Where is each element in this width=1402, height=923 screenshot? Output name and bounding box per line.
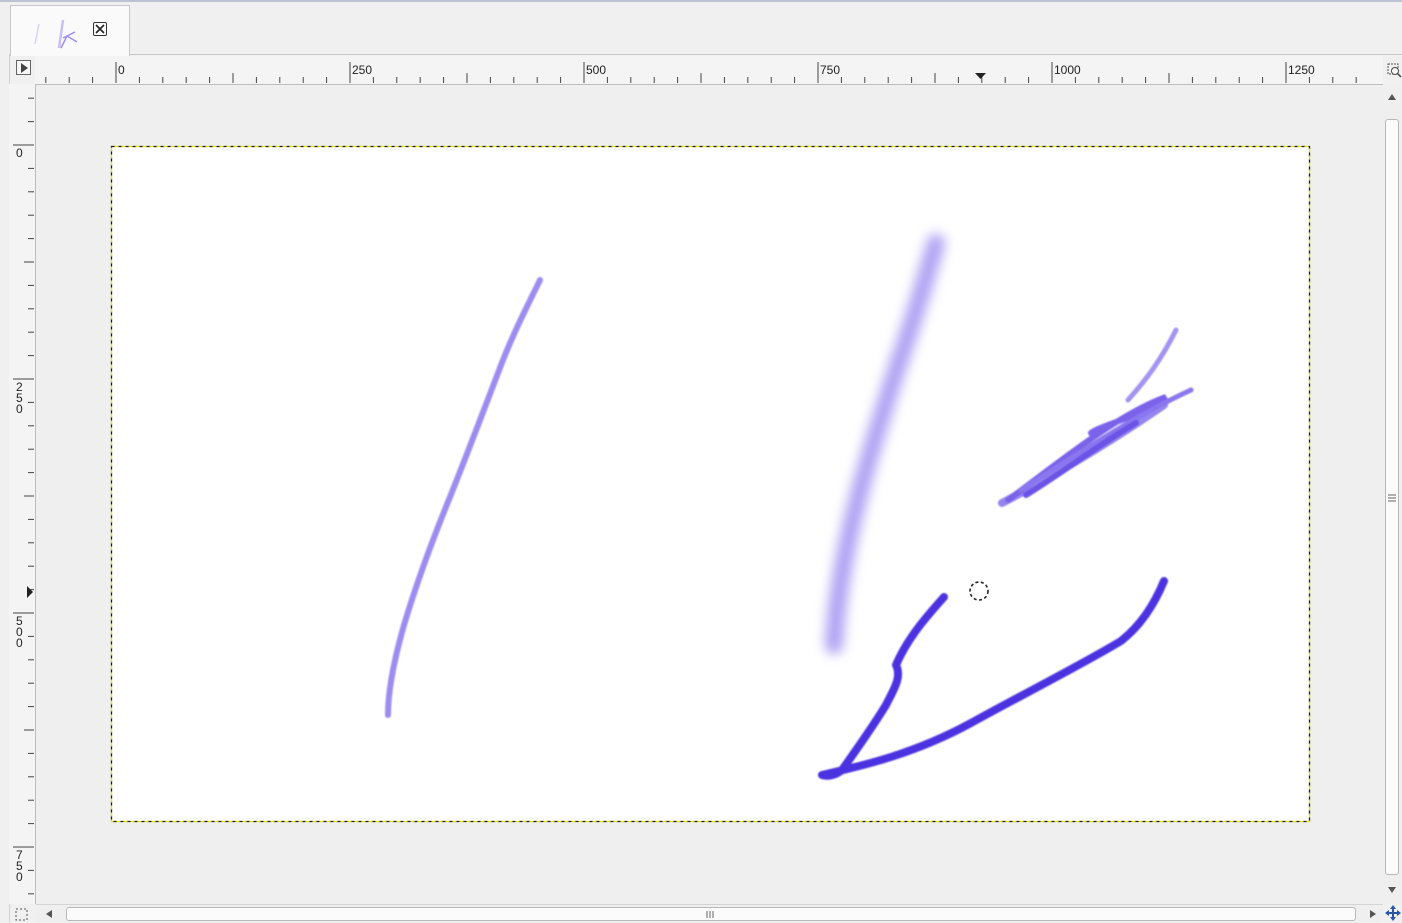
scroll-left-arrow[interactable] [46,910,52,918]
ruler-label-char: 0 [16,146,23,160]
horizontal-scrollbar[interactable] [36,904,1383,923]
vertical-ruler[interactable]: 0250500750 [9,84,36,904]
image-area [111,146,1309,821]
scroll-down-arrow[interactable] [1388,887,1396,893]
image-tab[interactable] [10,5,130,56]
image-thumbnail [34,19,78,49]
ruler-label: 250 [352,63,372,77]
close-icon[interactable] [93,22,107,36]
grip-icon [706,911,714,918]
vertical-scroll-thumb[interactable] [1385,119,1399,875]
grip-icon [1388,494,1396,502]
quick-mask-icon[interactable] [12,905,32,922]
ruler-label: 1000 [1054,63,1081,77]
ruler-label-char: 0 [16,402,23,416]
canvas-viewport[interactable] [36,85,1382,904]
ruler-label-char: 0 [16,636,23,650]
ruler-label: 500 [586,63,606,77]
ruler-label: 750 [820,63,840,77]
scroll-up-arrow[interactable] [1388,94,1396,100]
horizontal-ruler[interactable]: 0 250 500 750 1000 1250 [35,56,1383,85]
ruler-label: 1250 [1288,63,1315,77]
pointer-position-marker [975,73,986,79]
menu-arrow-icon[interactable] [16,60,31,75]
horizontal-scroll-thumb[interactable] [66,907,1356,921]
image-tab-bar [0,2,1402,56]
scroll-right-arrow[interactable] [1370,910,1376,918]
ruler-label: 0 [118,63,125,77]
zoom-icon[interactable] [1386,60,1402,78]
pointer-position-marker [27,586,33,598]
navigate-icon[interactable] [1384,904,1402,922]
image-canvas[interactable] [36,85,1382,904]
vertical-scrollbar[interactable] [1383,85,1402,904]
ruler-label-char: 0 [16,870,23,884]
